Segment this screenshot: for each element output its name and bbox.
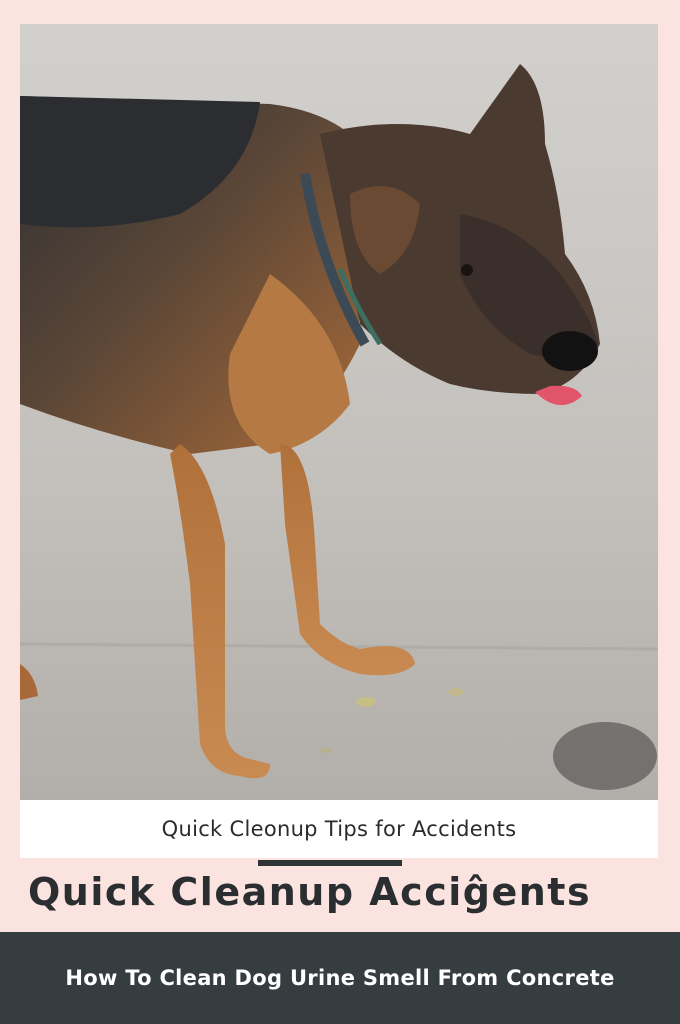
divider <box>258 860 402 866</box>
dog-eye <box>461 264 473 276</box>
caption-banner: Quick Cleonup Tips for Accidents <box>20 800 658 858</box>
dog-illustration <box>20 24 658 800</box>
footer-title: How To Clean Dog Urine Smell From Concre… <box>65 966 615 990</box>
dog-photo <box>20 24 658 800</box>
caption-text: Quick Cleonup Tips for Accidents <box>161 817 517 841</box>
headline: Quick Cleanup Acciĝents <box>28 870 592 914</box>
footer-banner: How To Clean Dog Urine Smell From Concre… <box>0 932 680 1024</box>
urine-stain <box>553 722 657 790</box>
dog-nose <box>542 331 598 371</box>
